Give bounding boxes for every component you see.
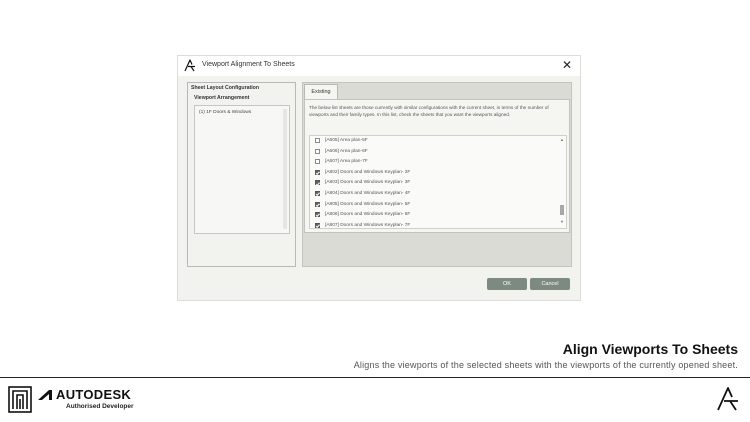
sheet-checkbox[interactable] (315, 180, 320, 186)
scroll-up-icon[interactable]: ▲ (560, 138, 564, 142)
feature-title: Align Viewports To Sheets (562, 341, 738, 357)
feature-subtitle: Aligns the viewports of the selected she… (353, 360, 738, 370)
ok-button[interactable]: OK (487, 278, 527, 290)
sheet-layout-configuration-group: Sheet Layout Configuration Viewport Arra… (187, 82, 296, 267)
viewport-arrangement-label: Viewport Arrangement (194, 95, 250, 101)
divider (0, 377, 750, 378)
sheet-label: [A605] Area plan-5F (325, 138, 368, 143)
list-item[interactable]: (1) 1F Doors & Windows (199, 110, 251, 115)
scrollbar[interactable]: ▲ ▼ (560, 138, 564, 224)
dialog-titlebar: Viewport Alignment To Sheets ✕ (178, 56, 580, 76)
sheet-label: [A606] Area plan-6F (325, 148, 368, 154)
scroll-down-icon[interactable]: ▼ (560, 220, 564, 224)
authorised-developer-label: Authorised Developer (66, 403, 134, 410)
sheet-checkbox[interactable] (315, 201, 320, 207)
sheet-label: [A607] Area plan-7F (325, 159, 368, 165)
app-logo-icon (184, 59, 195, 72)
sheet-label: [A807] Doors and Windows Keyplan- 7F (325, 222, 411, 228)
close-icon[interactable]: ✕ (562, 58, 572, 72)
app-logo-icon (717, 387, 738, 411)
group-label: Sheet Layout Configuration (191, 85, 260, 91)
sheets-panel: Existing The below list sheets are those… (302, 82, 572, 267)
autodesk-logo-icon (38, 390, 52, 400)
description-text: The below list sheets are those currentl… (309, 105, 549, 117)
sheet-checkbox[interactable] (315, 138, 320, 143)
dialog-title: Viewport Alignment To Sheets (202, 61, 295, 68)
sheet-label: [A804] Doors and Windows Keyplan- 4F (325, 191, 411, 196)
viewport-alignment-dialog: Viewport Alignment To Sheets ✕ Sheet Lay… (178, 56, 580, 300)
tab-content: The below list sheets are those currentl… (304, 99, 570, 233)
autodesk-partner-mark-icon (8, 386, 32, 413)
tab-existing[interactable]: Existing (304, 84, 338, 100)
sheet-label: [A805] Doors and Windows Keyplan- 5F (325, 201, 411, 207)
sheet-checkbox[interactable] (315, 169, 320, 175)
sheet-list[interactable]: ▲ ▼ [A605] Area plan-5F [A606] Area plan-… (309, 135, 567, 229)
autodesk-wordmark: AUTODESK (56, 387, 132, 402)
sheet-checkbox[interactable] (315, 222, 320, 228)
sheet-label: [A803] Doors and Windows Keyplan- 3F (325, 180, 411, 186)
scroll-thumb[interactable] (560, 205, 564, 215)
sheet-checkbox[interactable] (315, 159, 320, 165)
sheet-checkbox[interactable] (315, 212, 320, 218)
sheet-label: [A806] Doors and Windows Keyplan- 6F (325, 212, 411, 218)
sheet-label: [A802] Doors and Windows Keyplan- 2F (325, 169, 411, 175)
cancel-button[interactable]: Cancel (530, 278, 570, 290)
viewport-arrangement-list[interactable]: (1) 1F Doors & Windows (194, 105, 290, 234)
sheet-checkbox[interactable] (315, 191, 320, 196)
scrollbar[interactable] (283, 109, 287, 229)
sheet-checkbox[interactable] (315, 148, 320, 154)
